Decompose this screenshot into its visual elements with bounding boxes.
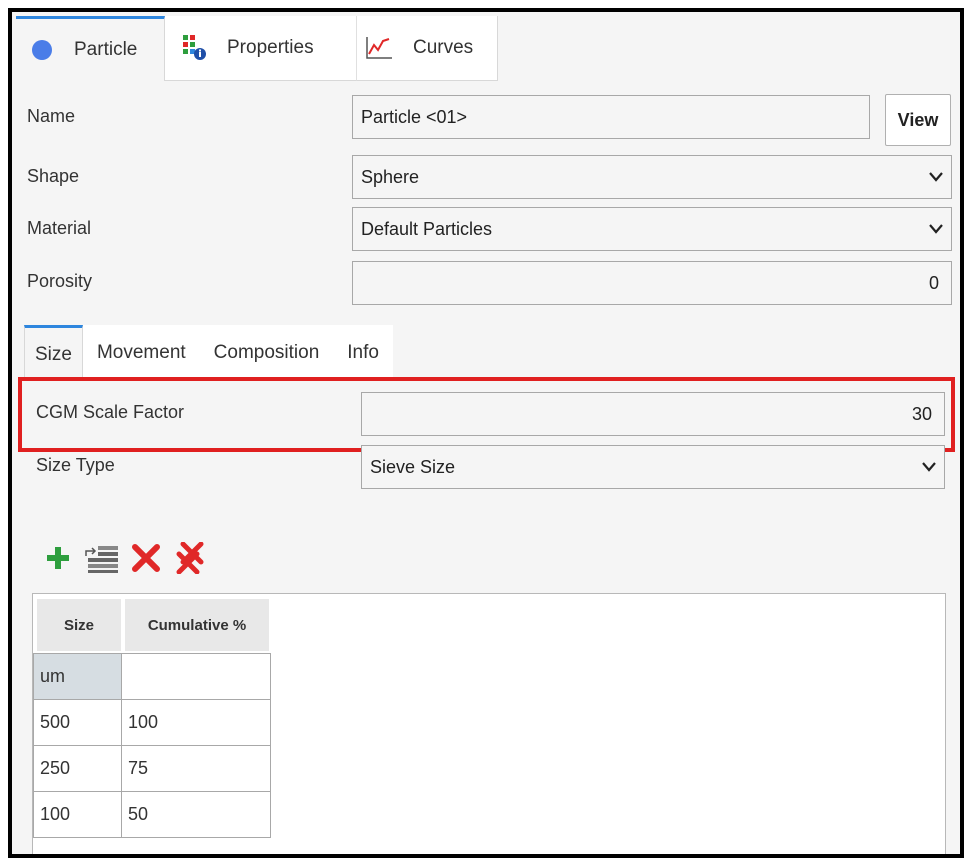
porosity-label: Porosity bbox=[27, 271, 93, 291]
add-icon[interactable] bbox=[38, 540, 78, 576]
tab-curves-label: Curves bbox=[413, 37, 474, 58]
tab-particle[interactable]: Particle bbox=[16, 16, 165, 81]
table-toolbar bbox=[38, 540, 210, 576]
curves-icon bbox=[365, 36, 393, 60]
tab-curves[interactable]: Curves bbox=[357, 16, 498, 81]
shape-select-value: Sphere bbox=[361, 166, 420, 187]
chevron-down-icon bbox=[929, 172, 943, 182]
chevron-down-icon bbox=[929, 224, 943, 234]
material-label: Material bbox=[27, 218, 92, 238]
particle-editor-panel: Particle Properties Curves Name Particle… bbox=[8, 8, 964, 858]
view-button[interactable]: View bbox=[885, 94, 951, 146]
size-type-label: Size Type bbox=[36, 455, 115, 475]
size-distribution-table: Size Cumulative % um 500 100 250 75 100 … bbox=[32, 593, 946, 854]
shape-select[interactable]: Sphere bbox=[352, 155, 952, 199]
table-cell[interactable]: 250 bbox=[33, 745, 122, 792]
table-cell[interactable]: 50 bbox=[121, 791, 271, 838]
name-label: Name bbox=[27, 106, 76, 126]
table-cell[interactable]: 100 bbox=[121, 699, 271, 746]
subtab-info[interactable]: Info bbox=[333, 325, 393, 381]
table-cell[interactable]: 100 bbox=[33, 791, 122, 838]
insert-row-icon[interactable] bbox=[82, 540, 122, 576]
chevron-down-icon bbox=[922, 462, 936, 472]
material-select-value: Default Particles bbox=[361, 218, 493, 239]
unit-cell-cumulative[interactable] bbox=[121, 653, 271, 700]
properties-icon bbox=[183, 35, 207, 61]
particle-dot-icon bbox=[32, 40, 52, 60]
table-cell[interactable]: 500 bbox=[33, 699, 122, 746]
top-tab-bar: Particle Properties Curves bbox=[16, 16, 498, 81]
tab-particle-label: Particle bbox=[74, 39, 138, 60]
column-header-size[interactable]: Size bbox=[37, 599, 121, 651]
tab-properties-label: Properties bbox=[227, 37, 314, 58]
size-type-select[interactable]: Sieve Size bbox=[361, 445, 945, 489]
subtab-size[interactable]: Size bbox=[24, 325, 83, 381]
unit-cell-size[interactable]: um bbox=[33, 653, 122, 700]
size-type-select-value: Sieve Size bbox=[370, 456, 456, 477]
highlight-box bbox=[18, 377, 955, 452]
table-cell[interactable]: 75 bbox=[121, 745, 271, 792]
sub-tab-bar: Size Movement Composition Info bbox=[24, 325, 393, 381]
column-header-cumulative[interactable]: Cumulative % bbox=[125, 599, 269, 651]
subtab-movement[interactable]: Movement bbox=[82, 325, 200, 381]
shape-label: Shape bbox=[27, 166, 80, 186]
porosity-field[interactable]: 0 bbox=[352, 261, 952, 305]
delete-all-icon[interactable] bbox=[170, 540, 210, 576]
name-field[interactable]: Particle <01> bbox=[352, 95, 870, 139]
material-select[interactable]: Default Particles bbox=[352, 207, 952, 251]
tab-properties[interactable]: Properties bbox=[165, 16, 357, 81]
subtab-composition[interactable]: Composition bbox=[199, 325, 334, 381]
delete-icon[interactable] bbox=[126, 540, 166, 576]
